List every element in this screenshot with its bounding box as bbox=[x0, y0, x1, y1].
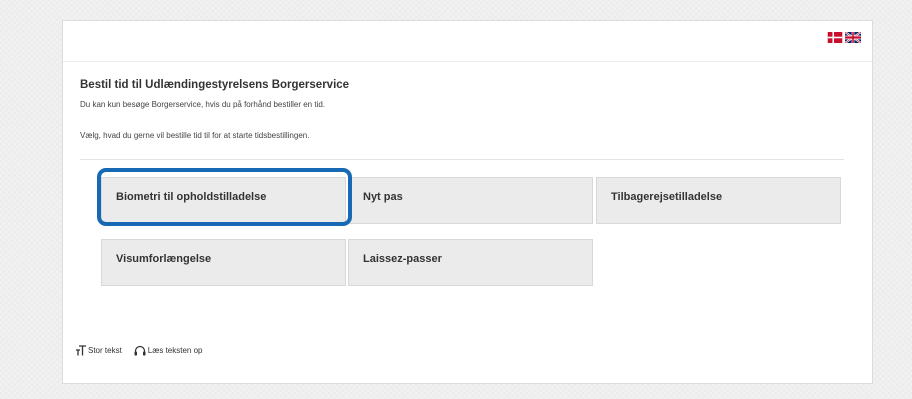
option-label: Nyt pas bbox=[363, 191, 403, 203]
read-aloud-button[interactable]: Læs teksten op bbox=[134, 345, 203, 356]
page-title: Bestil tid til Udlændingestyrelsens Borg… bbox=[80, 79, 350, 91]
option-new-passport-button[interactable]: Nyt pas bbox=[348, 177, 593, 224]
option-biometrics-button[interactable]: Biometri til opholdstilladelse bbox=[101, 177, 346, 224]
large-text-button[interactable]: Stor tekst bbox=[76, 345, 122, 356]
content-divider bbox=[80, 159, 844, 160]
read-aloud-label: Læs teksten op bbox=[147, 346, 203, 355]
language-switcher bbox=[827, 32, 861, 43]
option-label: Tilbagerejsetilladelse bbox=[611, 191, 723, 203]
option-laissez-passer-button[interactable]: Laissez-passer bbox=[348, 239, 593, 286]
text-size-icon bbox=[76, 345, 86, 356]
accessibility-tools: Stor tekst Læs teksten op bbox=[76, 345, 203, 356]
option-reentry-permit-button[interactable]: Tilbagerejsetilladelse bbox=[596, 177, 841, 224]
top-bar bbox=[63, 21, 872, 61]
header-divider bbox=[63, 61, 872, 62]
headphones-icon bbox=[134, 345, 146, 356]
option-visa-extension-button[interactable]: Visumforlængelse bbox=[101, 239, 346, 286]
booking-card: Bestil tid til Udlændingestyrelsens Borg… bbox=[62, 20, 873, 384]
option-label: Laissez-passer bbox=[363, 253, 442, 265]
uk-flag-icon[interactable] bbox=[845, 32, 861, 43]
instruction-text: Vælg, hvad du gerne vil bestille tid til… bbox=[80, 131, 310, 140]
intro-text: Du kan kun besøge Borgerservice, hvis du… bbox=[80, 100, 326, 109]
danish-flag-icon[interactable] bbox=[827, 32, 843, 43]
option-label: Visumforlængelse bbox=[116, 253, 212, 265]
option-label: Biometri til opholdstilladelse bbox=[116, 191, 267, 203]
large-text-label: Stor tekst bbox=[88, 346, 122, 355]
